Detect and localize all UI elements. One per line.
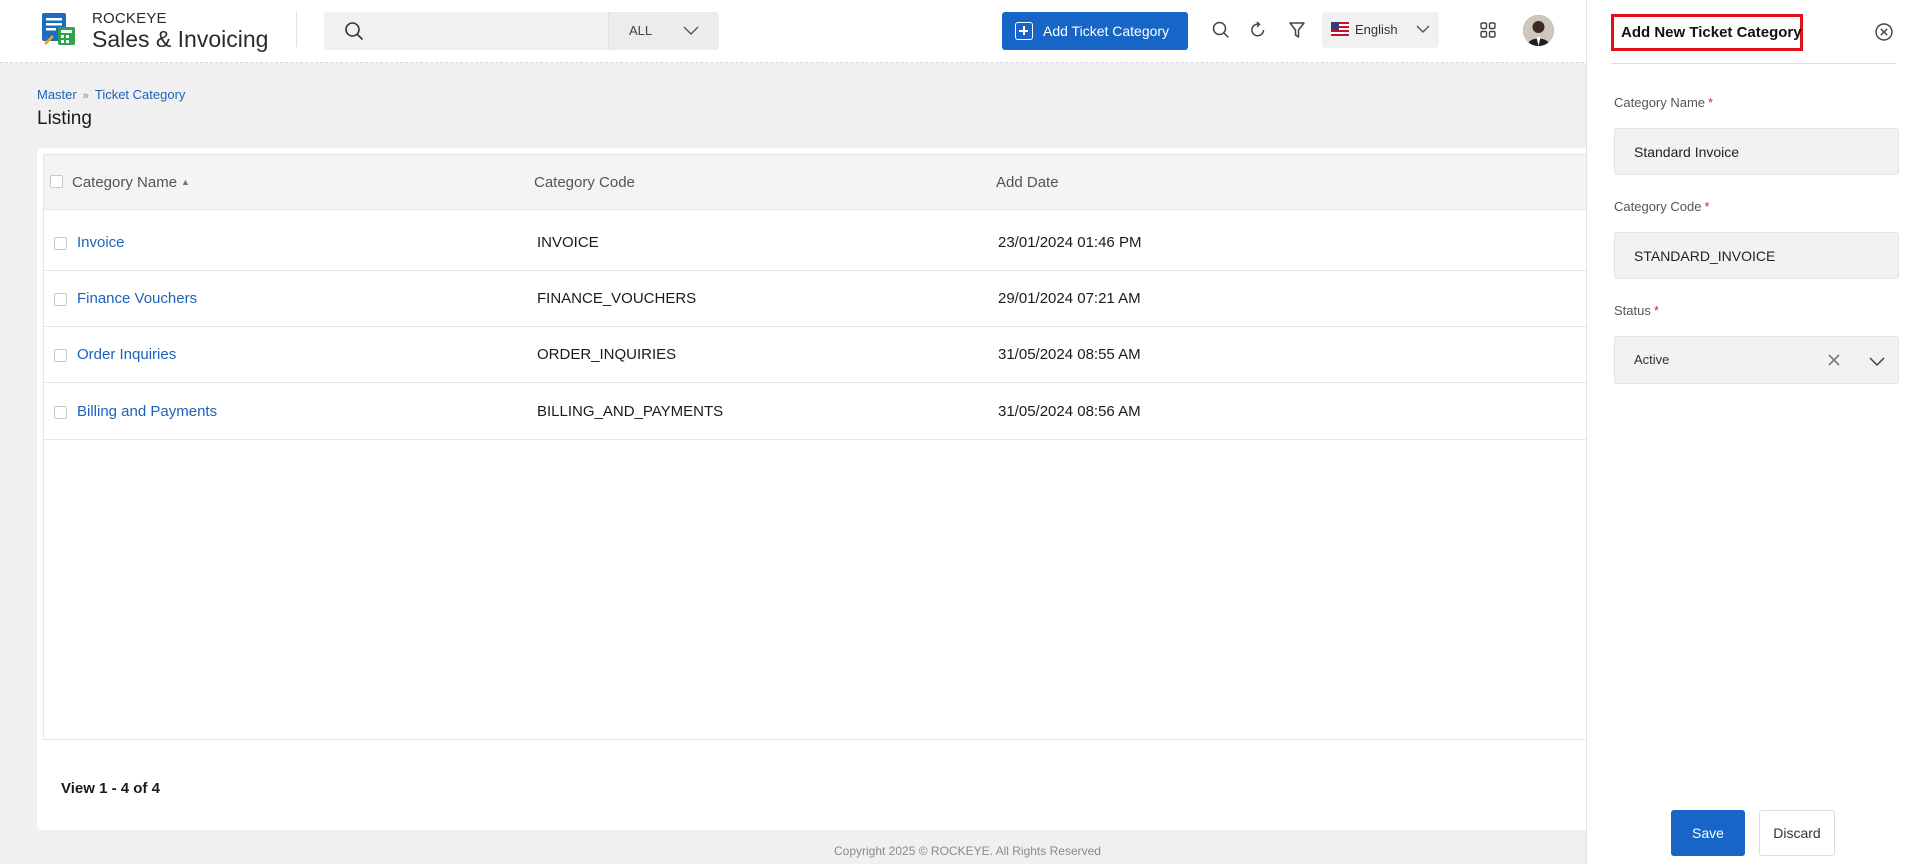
language-selector[interactable]: English <box>1322 12 1439 48</box>
chevron-down-icon <box>683 26 699 35</box>
category-code-label-text: Category Code <box>1614 199 1702 214</box>
table-header: Category Name ▲ Category Code Add Date <box>44 155 1637 210</box>
add-date: 31/05/2024 08:55 AM <box>998 346 1141 363</box>
plus-icon <box>1015 22 1033 40</box>
breadcrumb: Master » Ticket Category <box>37 87 185 102</box>
select-all-checkbox[interactable] <box>50 175 63 188</box>
column-category-code[interactable]: Category Code <box>534 174 635 191</box>
search-scope-value: ALL <box>629 23 653 38</box>
category-table: Category Name ▲ Category Code Add Date In… <box>43 154 1637 740</box>
chevron-right-icon: » <box>82 90 89 102</box>
add-category-panel: Add New Ticket Category Category Name* C… <box>1586 0 1919 864</box>
search-icon <box>344 21 364 46</box>
row-checkbox[interactable] <box>54 406 67 419</box>
search-input[interactable] <box>374 18 624 44</box>
discard-button[interactable]: Discard <box>1759 810 1835 856</box>
search-scope-select[interactable]: ALL <box>608 12 719 50</box>
add-ticket-category-label: Add Ticket Category <box>1043 23 1170 39</box>
close-icon[interactable] <box>1874 22 1894 47</box>
category-code-input[interactable] <box>1614 232 1899 279</box>
add-date: 31/05/2024 08:56 AM <box>998 403 1141 420</box>
category-code: ORDER_INQUIRIES <box>537 346 677 363</box>
refresh-icon[interactable] <box>1248 20 1268 40</box>
category-code: FINANCE_VOUCHERS <box>537 290 697 307</box>
required-mark: * <box>1653 303 1659 318</box>
table-row: Finance Vouchers FINANCE_VOUCHERS 29/01/… <box>44 271 1637 327</box>
category-name-link[interactable]: Billing and Payments <box>77 403 217 420</box>
footer-copyright: Copyright 2025 © ROCKEYE. All Rights Res… <box>834 844 1101 858</box>
column-category-name-label: Category Name <box>72 174 178 191</box>
category-code: INVOICE <box>537 234 599 251</box>
search-icon[interactable] <box>1211 20 1231 40</box>
table-row: Order Inquiries ORDER_INQUIRIES 31/05/20… <box>44 327 1637 383</box>
language-label: English <box>1355 22 1398 37</box>
row-checkbox[interactable] <box>54 293 67 306</box>
category-code: BILLING_AND_PAYMENTS <box>537 403 724 420</box>
user-avatar[interactable] <box>1523 15 1554 46</box>
row-checkbox[interactable] <box>54 237 67 250</box>
panel-divider <box>1611 63 1896 64</box>
column-add-date[interactable]: Add Date <box>996 174 1059 191</box>
status-select[interactable]: Active <box>1614 336 1899 384</box>
status-label-text: Status <box>1614 303 1651 318</box>
table-row: Invoice INVOICE 23/01/2024 01:46 PM <box>44 215 1637 271</box>
required-mark: * <box>1708 95 1714 110</box>
breadcrumb-ticket-category[interactable]: Ticket Category <box>95 87 186 102</box>
app-logo[interactable] <box>40 11 78 47</box>
required-mark: * <box>1704 199 1710 214</box>
filter-icon[interactable] <box>1287 20 1307 40</box>
brand-company: ROCKEYE <box>92 10 167 27</box>
category-name-label-text: Category Name <box>1614 95 1706 110</box>
category-name-link[interactable]: Finance Vouchers <box>77 290 197 307</box>
brand-product: Sales & Invoicing <box>92 26 269 52</box>
us-flag-icon <box>1331 22 1349 36</box>
page-title: Listing <box>37 108 92 129</box>
sort-asc-icon: ▲ <box>181 177 190 187</box>
listing-card: Category Name ▲ Category Code Add Date In… <box>37 148 1637 830</box>
row-checkbox[interactable] <box>54 349 67 362</box>
column-category-name[interactable]: Category Name ▲ <box>72 174 190 191</box>
chevron-down-icon <box>1416 25 1430 33</box>
brand-name: ROCKEYE Sales & Invoicing <box>92 10 268 52</box>
category-name-label: Category Name * <box>1614 95 1713 110</box>
add-ticket-category-button[interactable]: Add Ticket Category <box>1002 12 1188 50</box>
add-date: 23/01/2024 01:46 PM <box>998 234 1142 251</box>
chevron-down-icon <box>1869 357 1885 366</box>
status-value: Active <box>1634 352 1670 367</box>
category-name-input[interactable] <box>1614 128 1899 175</box>
category-name-link[interactable]: Order Inquiries <box>77 346 176 363</box>
clear-icon[interactable] <box>1828 354 1840 366</box>
category-code-label: Category Code * <box>1614 199 1710 214</box>
apps-grid-icon[interactable] <box>1478 20 1498 40</box>
add-date: 29/01/2024 07:21 AM <box>998 290 1141 307</box>
save-button[interactable]: Save <box>1671 810 1745 856</box>
pagination-summary: View 1 - 4 of 4 <box>61 780 160 797</box>
status-label: Status * <box>1614 303 1659 318</box>
table-row: Billing and Payments BILLING_AND_PAYMENT… <box>44 384 1637 440</box>
global-search: ALL <box>324 12 719 50</box>
panel-title: Add New Ticket Category <box>1621 24 1802 41</box>
panel-title-highlight: Add New Ticket Category <box>1611 14 1803 51</box>
header-divider <box>296 11 297 47</box>
category-name-link[interactable]: Invoice <box>77 234 125 251</box>
breadcrumb-master[interactable]: Master <box>37 87 77 102</box>
